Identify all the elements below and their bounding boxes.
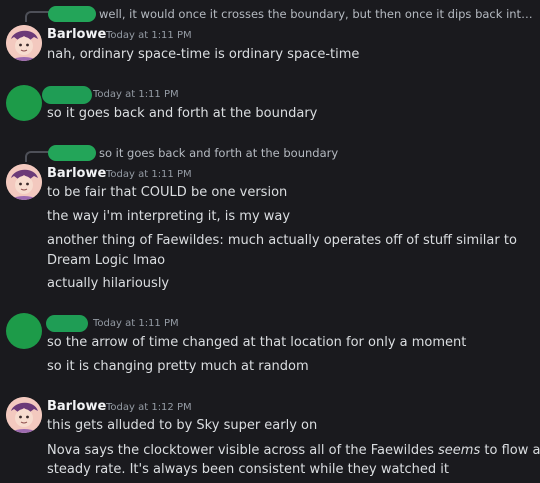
avatar[interactable] bbox=[6, 25, 42, 61]
reply-author-redacted[interactable] bbox=[48, 145, 96, 161]
username-redacted[interactable] bbox=[46, 315, 88, 332]
username[interactable]: Barlowe bbox=[47, 399, 106, 414]
message-line: actually hilariously bbox=[47, 276, 170, 291]
message-line: the way i'm interpreting it, is my way bbox=[47, 209, 291, 224]
barlowe-avatar-icon bbox=[6, 25, 42, 61]
message-line: nah, ordinary space-time is ordinary spa… bbox=[47, 47, 360, 62]
avatar[interactable] bbox=[6, 164, 42, 200]
message-line: Dream Logic lmao bbox=[47, 253, 166, 268]
message-line: to be fair that COULD be one version bbox=[47, 185, 288, 200]
avatar[interactable] bbox=[6, 85, 42, 121]
timestamp: Today at 1:11 PM bbox=[106, 169, 192, 180]
avatar[interactable] bbox=[6, 397, 42, 433]
message-line: so the arrow of time changed at that loc… bbox=[47, 335, 467, 350]
barlowe-avatar-icon bbox=[6, 164, 42, 200]
username-redacted[interactable] bbox=[42, 86, 92, 104]
username[interactable]: Barlowe bbox=[47, 166, 106, 181]
timestamp: Today at 1:11 PM bbox=[106, 30, 192, 41]
timestamp: Today at 1:11 PM bbox=[93, 318, 179, 329]
message-line: another thing of Faewildes: much actuall… bbox=[47, 233, 517, 248]
emphasized-text: seems bbox=[438, 443, 481, 458]
message-text: Nova says the clocktower visible across … bbox=[47, 443, 439, 458]
timestamp: Today at 1:11 PM bbox=[93, 89, 179, 100]
reply-preview[interactable]: so it goes back and forth at the boundar… bbox=[99, 146, 529, 160]
message-line: so it is changing pretty much at random bbox=[47, 359, 309, 374]
timestamp: Today at 1:12 PM bbox=[106, 402, 192, 413]
reply-author-redacted[interactable] bbox=[48, 6, 96, 22]
message-text: to flow at a bbox=[484, 443, 540, 458]
message-line: steady rate. It's always been consistent… bbox=[47, 462, 450, 477]
avatar[interactable] bbox=[6, 313, 42, 349]
message-line: so it goes back and forth at the boundar… bbox=[47, 106, 318, 121]
message-line: Nova says the clocktower visible across … bbox=[47, 441, 540, 460]
message-line: this gets alluded to by Sky super early … bbox=[47, 418, 318, 433]
barlowe-avatar-icon bbox=[6, 397, 42, 433]
username[interactable]: Barlowe bbox=[47, 27, 106, 42]
reply-preview[interactable]: well, it would once it crosses the bound… bbox=[99, 7, 535, 21]
